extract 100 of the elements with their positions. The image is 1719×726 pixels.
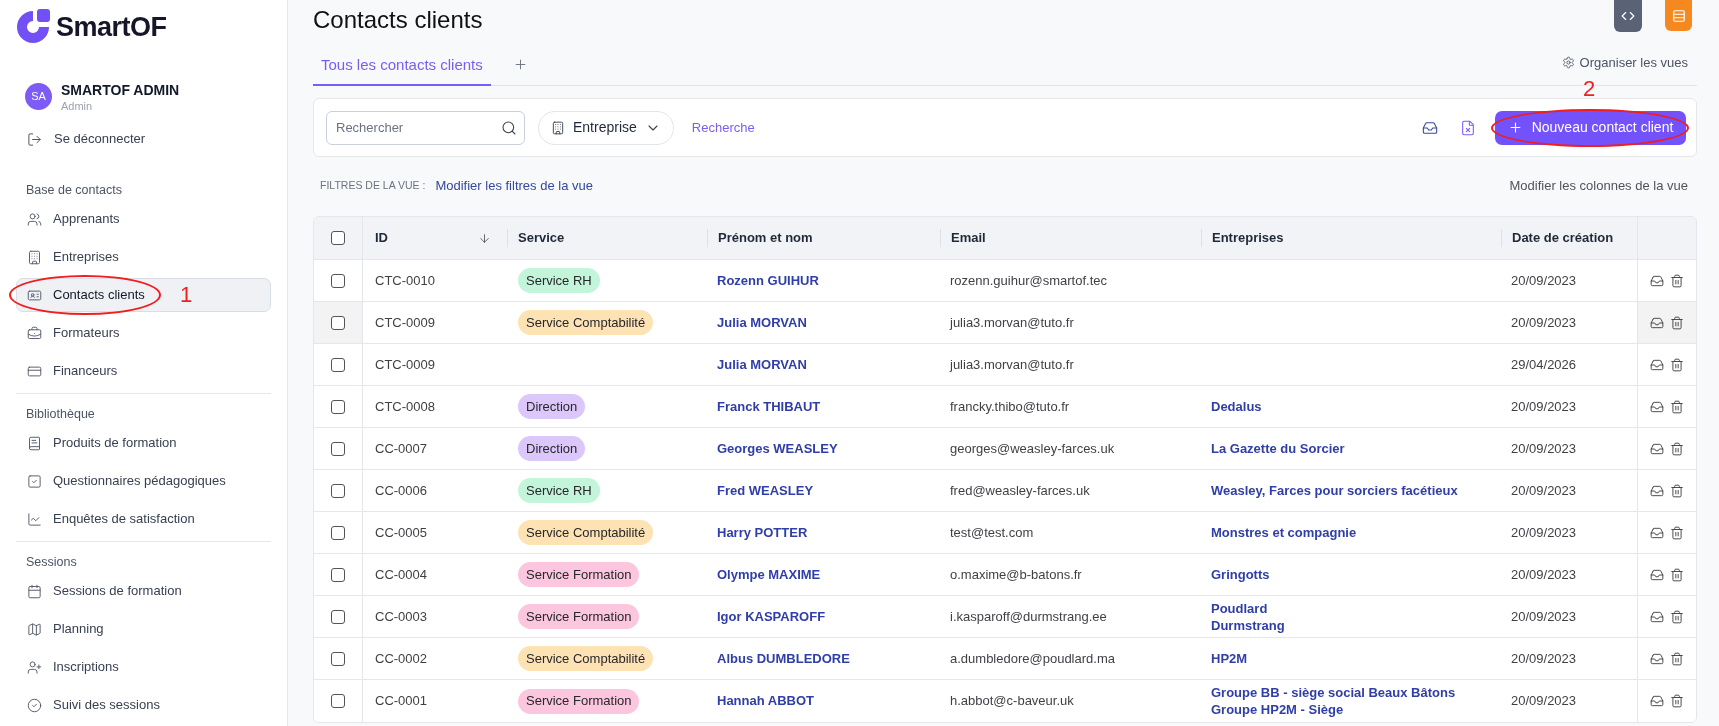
contact-name-link[interactable]: Fred WEASLEY: [717, 480, 814, 501]
column-header[interactable]: ID: [375, 228, 388, 248]
contact-name-link[interactable]: Harry POTTER: [717, 522, 808, 543]
checkbox[interactable]: [331, 273, 345, 288]
creation-date: 20/09/2023: [1511, 481, 1577, 500]
contact-name-link[interactable]: Georges WEASLEY: [717, 438, 838, 459]
add-tab-icon[interactable]: [512, 57, 528, 72]
table-row[interactable]: CC-0006 Service RH Fred WEASLEY fred@weasley-farces.uk Weasley, Farces pour sorciers facétieux 20/09/2023: [314, 470, 1696, 512]
inbox-icon[interactable]: [1650, 609, 1664, 624]
column-header[interactable]: Prénom et nom: [718, 228, 813, 248]
inbox-icon[interactable]: [1650, 399, 1664, 414]
view-tab[interactable]: Tous les contacts clients: [313, 40, 491, 86]
company-link[interactable]: Poudlard: [1211, 599, 1268, 617]
logout-link[interactable]: Se déconnecter: [27, 129, 146, 149]
contact-name-link[interactable]: Albus DUMBLEDORE: [717, 648, 850, 669]
company-link[interactable]: Monstres et compagnie: [1211, 524, 1357, 541]
checkbox[interactable]: [331, 441, 345, 456]
company-link[interactable]: Groupe HP2M - Siège: [1211, 701, 1344, 718]
company-link[interactable]: Durmstrang: [1211, 616, 1285, 634]
delete-icon[interactable]: [1670, 441, 1684, 456]
sidebar-item[interactable]: Entreprises: [16, 240, 271, 274]
contact-id: CC-0007: [375, 439, 428, 458]
sort-down-icon[interactable]: [478, 231, 491, 245]
contact-id: CC-0005: [375, 523, 428, 542]
contact-name-link[interactable]: Olympe MAXIME: [717, 564, 821, 585]
checkbox[interactable]: [331, 483, 345, 498]
edit-columns-link[interactable]: Modifier les colonnes de la vue: [1509, 176, 1688, 196]
checkbox[interactable]: [331, 525, 345, 540]
company-link[interactable]: Dedalus: [1211, 398, 1262, 415]
delete-icon[interactable]: [1670, 273, 1684, 288]
table-row[interactable]: CC-0001 Service Formation Hannah ABBOT h.abbot@c-baveur.uk Groupe BB - siège social Beaux Bâtons Groupe HP2M - Siège 20/09/2023: [314, 680, 1696, 722]
table-row[interactable]: CC-0004 Service Formation Olympe MAXIME o.maxime@b-batons.fr Gringotts 20/09/2023: [314, 554, 1696, 596]
inbox-icon[interactable]: [1650, 694, 1664, 708]
sidebar-item[interactable]: Produits de formation: [16, 426, 271, 460]
delete-icon[interactable]: [1670, 609, 1684, 624]
delete-icon[interactable]: [1670, 567, 1684, 582]
search-link[interactable]: Recherche: [691, 117, 755, 138]
company-link[interactable]: Gringotts: [1211, 566, 1270, 583]
company-link[interactable]: Groupe BB - siège social Beaux Bâtons: [1211, 684, 1456, 701]
company-link[interactable]: La Gazette du Sorcier: [1211, 440, 1345, 457]
table-row[interactable]: CTC-0009 Service Comptabilité Julia MORVAN julia3.morvan@tuto.fr 20/09/2023: [314, 302, 1696, 344]
sidebar-item[interactable]: Enquêtes de satisfaction: [16, 502, 271, 536]
company-link[interactable]: HP2M: [1211, 650, 1248, 667]
delete-icon[interactable]: [1670, 357, 1684, 372]
contact-name-link[interactable]: Igor KASPAROFF: [717, 606, 826, 627]
inbox-icon[interactable]: [1650, 441, 1664, 456]
checkbox[interactable]: [331, 357, 345, 372]
inbox-icon[interactable]: [1650, 273, 1664, 288]
company-link[interactable]: Weasley, Farces pour sorciers facétieux: [1211, 482, 1458, 499]
column-header[interactable]: Email: [951, 228, 986, 248]
column-header[interactable]: Date de création: [1512, 228, 1614, 248]
sidebar-item[interactable]: Financeurs: [16, 354, 271, 388]
checkbox[interactable]: [331, 231, 345, 245]
column-header[interactable]: Entreprises: [1212, 228, 1284, 248]
sidebar-item[interactable]: Formateurs: [16, 316, 271, 350]
table-row[interactable]: CC-0002 Service Comptabilité Albus DUMBLEDORE a.dumbledore@poudlard.ma HP2M 20/09/2023: [314, 638, 1696, 680]
table-row[interactable]: CC-0005 Service Comptabilité Harry POTTER test@test.com Monstres et compagnie 20/09/2023: [314, 512, 1696, 554]
inbox-icon[interactable]: [1650, 525, 1664, 540]
contact-name-link[interactable]: Rozenn GUIHUR: [717, 270, 819, 291]
new-contact-button[interactable]: Nouveau contact client: [1495, 110, 1686, 145]
sidebar-item[interactable]: Suivi des sessions: [16, 688, 271, 722]
table-row[interactable]: CTC-0010 Service RH Rozenn GUIHUR rozenn.guihur@smartof.tec 20/09/2023: [314, 260, 1696, 302]
delete-icon[interactable]: [1670, 525, 1684, 540]
sidebar-item[interactable]: Inscriptions: [16, 650, 271, 684]
table-row[interactable]: CTC-0009 Julia MORVAN julia3.morvan@tuto.fr 29/04/2026: [314, 344, 1696, 386]
table-row[interactable]: CC-0003 Service Formation Igor KASPAROFF i.kasparoff@durmstrang.ee Poudlard Durmstrang 20/09/2023: [314, 596, 1696, 638]
checkbox[interactable]: [331, 399, 345, 414]
contact-name-link[interactable]: Hannah ABBOT: [717, 691, 815, 711]
inbox-icon[interactable]: [1650, 315, 1664, 330]
checkbox[interactable]: [331, 694, 345, 708]
inbox-icon[interactable]: [1650, 567, 1664, 582]
inbox-icon[interactable]: [1650, 651, 1664, 666]
code-button[interactable]: [1614, 0, 1642, 32]
sidebar-item[interactable]: Planning: [16, 612, 271, 646]
checkbox[interactable]: [331, 567, 345, 582]
organize-views-link[interactable]: Organiser les vues: [1561, 52, 1688, 73]
delete-icon[interactable]: [1670, 315, 1684, 330]
contact-id: CTC-0008: [375, 397, 435, 416]
contact-name-link[interactable]: Franck THIBAUT: [717, 396, 821, 417]
checkbox[interactable]: [331, 609, 345, 624]
table-row[interactable]: CTC-0008 Direction Franck THIBAUT francky.thibo@tuto.fr Dedalus 20/09/2023: [314, 386, 1696, 428]
sidebar-item[interactable]: Sessions de formation: [16, 574, 271, 608]
delete-icon[interactable]: [1670, 694, 1684, 708]
file-x-icon[interactable]: [1460, 119, 1476, 136]
inbox-icon[interactable]: [1422, 119, 1438, 136]
contact-name-link[interactable]: Julia MORVAN: [717, 354, 807, 375]
delete-icon[interactable]: [1670, 399, 1684, 414]
sidebar-item[interactable]: Apprenants: [16, 202, 271, 236]
contact-name-link[interactable]: Julia MORVAN: [717, 312, 807, 333]
checkbox[interactable]: [331, 651, 345, 666]
inbox-icon[interactable]: [1650, 357, 1664, 372]
search-field[interactable]: Rechercher: [326, 110, 525, 145]
sidebar-item[interactable]: Questionnaires pédagogiques: [16, 464, 271, 498]
table-row[interactable]: CC-0007 Direction Georges WEASLEY georges@weasley-farces.uk La Gazette du Sorcier 20/09/2023: [314, 428, 1696, 470]
inbox-icon[interactable]: [1650, 483, 1664, 498]
delete-icon[interactable]: [1670, 651, 1684, 666]
checkbox[interactable]: [331, 315, 345, 330]
delete-icon[interactable]: [1670, 483, 1684, 498]
edit-filters-link[interactable]: Modifier les filtres de la vue: [435, 176, 593, 196]
column-header[interactable]: Service: [518, 228, 565, 248]
